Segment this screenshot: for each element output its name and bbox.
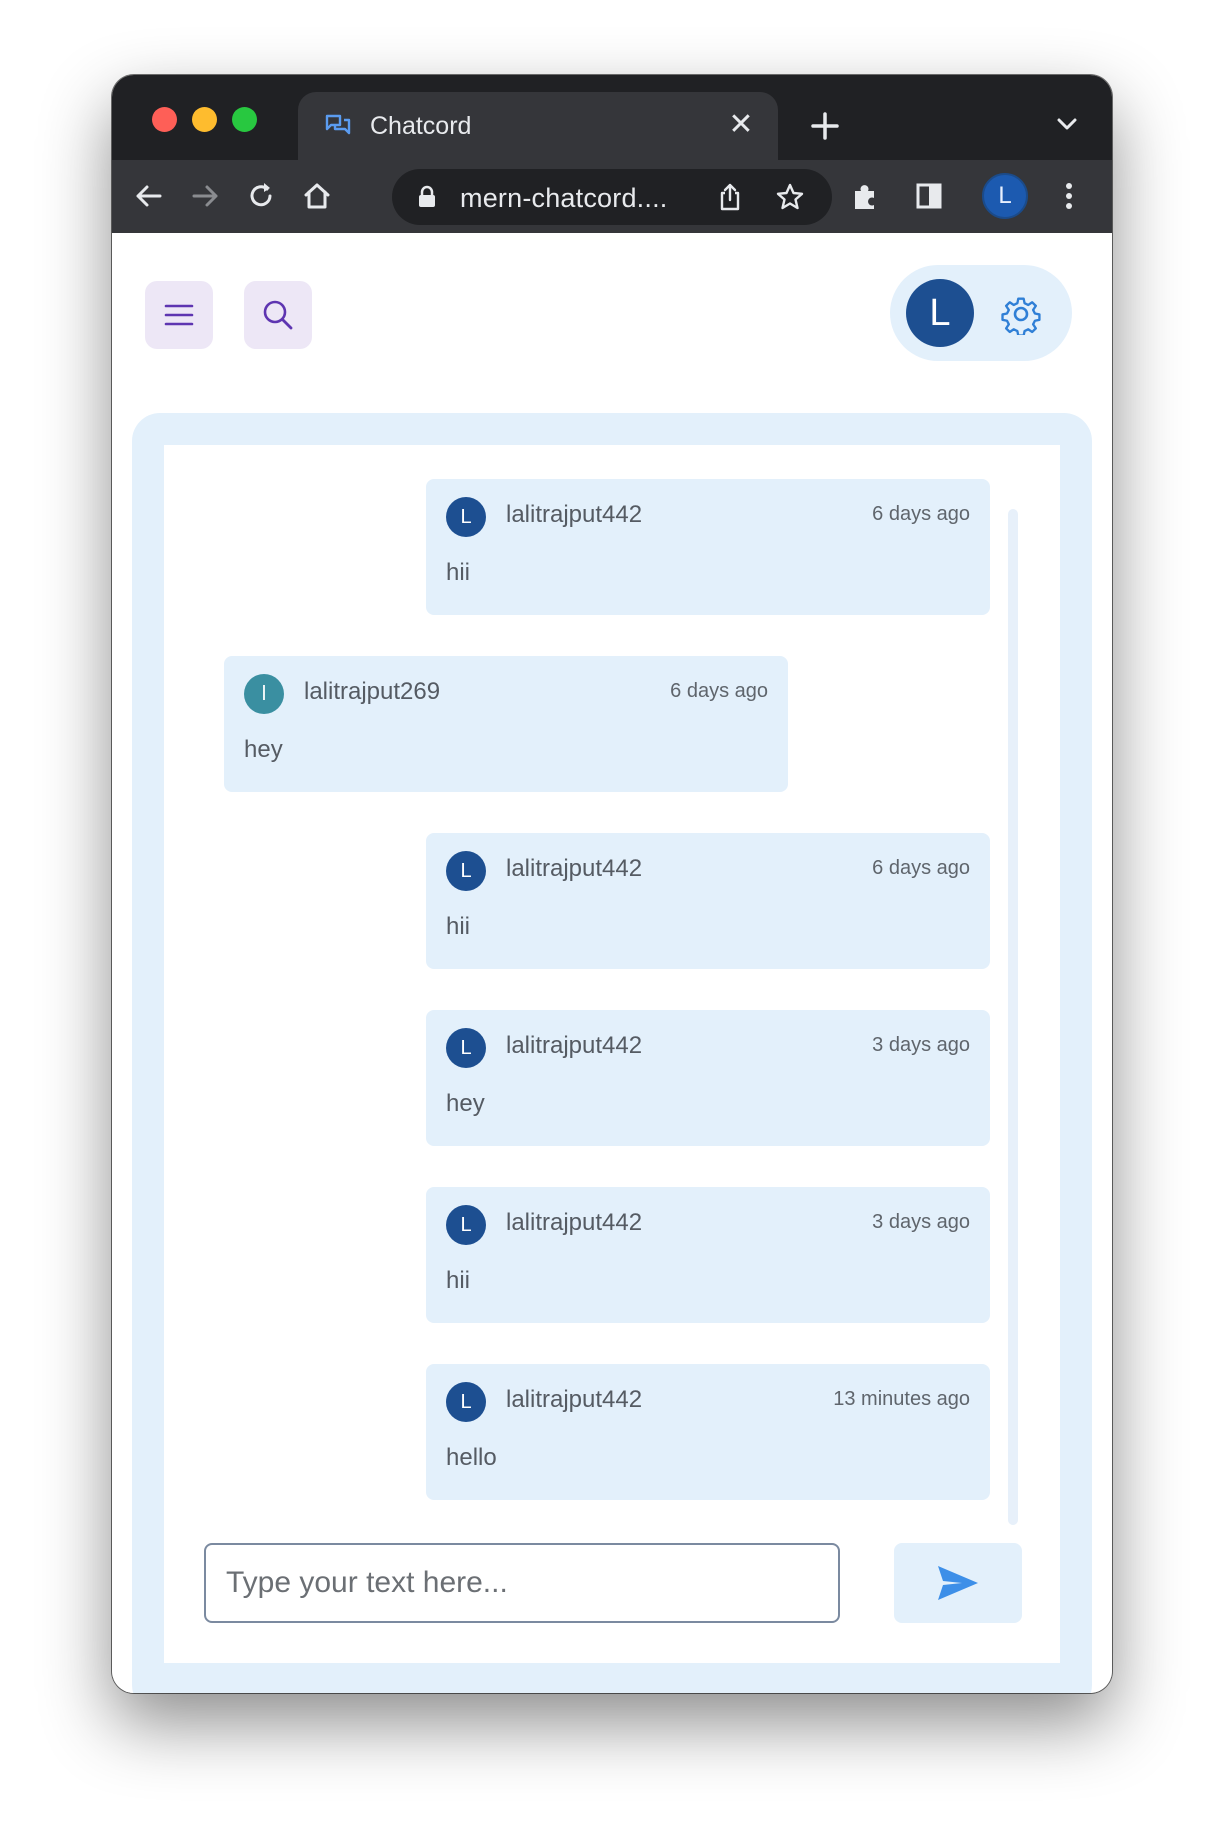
search-icon xyxy=(263,300,293,330)
message-item: L lalitrajput442 3 days ago hey xyxy=(426,1010,990,1146)
message-item: l lalitrajput269 6 days ago hey xyxy=(224,656,788,792)
search-button[interactable] xyxy=(244,281,312,349)
message-text: hii xyxy=(446,913,471,940)
tab-strip: Chatcord ✕ xyxy=(112,75,1112,160)
back-arrow-icon[interactable] xyxy=(130,177,168,215)
send-button[interactable] xyxy=(894,1543,1022,1623)
extensions-icon[interactable] xyxy=(846,177,884,215)
menu-button[interactable] xyxy=(145,281,213,349)
star-icon[interactable] xyxy=(774,181,806,213)
message-text: hii xyxy=(446,1267,471,1294)
forward-arrow-icon[interactable] xyxy=(186,177,224,215)
maximize-window-button[interactable] xyxy=(232,107,257,132)
message-text: hey xyxy=(244,736,283,763)
more-menu-icon[interactable] xyxy=(1050,177,1088,215)
new-tab-icon[interactable] xyxy=(805,106,845,146)
message-username: lalitrajput442 xyxy=(506,1032,643,1059)
message-username: lalitrajput442 xyxy=(506,1386,643,1413)
address-bar[interactable]: mern-chatcord.... xyxy=(392,169,832,225)
tab-title: Chatcord xyxy=(370,112,472,140)
chevron-down-icon[interactable] xyxy=(1052,109,1082,139)
minimize-window-button[interactable] xyxy=(192,107,217,132)
message-username: lalitrajput442 xyxy=(506,501,643,528)
chat-container: L lalitrajput442 6 days ago hii l lalitr… xyxy=(132,413,1092,1693)
message-timestamp: 13 minutes ago xyxy=(833,1388,970,1410)
side-panel-icon[interactable] xyxy=(910,177,948,215)
message-text: hello xyxy=(446,1444,497,1471)
user-avatar[interactable]: L xyxy=(906,279,974,347)
message-avatar: L xyxy=(446,497,486,537)
gear-icon[interactable] xyxy=(1000,293,1042,335)
message-input[interactable] xyxy=(204,1543,840,1623)
browser-window: Chatcord ✕ mern-chatcord.... L L L lalit… xyxy=(112,75,1112,1693)
message-timestamp: 6 days ago xyxy=(872,503,970,525)
message-avatar: L xyxy=(446,1205,486,1245)
chat-page: L L lalitrajput442 6 days ago hii l lali… xyxy=(112,233,1112,1693)
message-text: hii xyxy=(446,559,471,586)
user-profile-pill[interactable]: L xyxy=(890,265,1072,361)
close-window-button[interactable] xyxy=(152,107,177,132)
message-item: L lalitrajput442 6 days ago hii xyxy=(426,479,990,615)
chat-bubbles-icon xyxy=(325,114,351,135)
message-avatar: L xyxy=(446,1382,486,1422)
message-timestamp: 6 days ago xyxy=(670,680,768,702)
message-timestamp: 6 days ago xyxy=(872,857,970,879)
browser-toolbar: mern-chatcord.... L xyxy=(112,160,1112,233)
message-timestamp: 3 days ago xyxy=(872,1211,970,1233)
profile-avatar[interactable]: L xyxy=(982,173,1028,219)
message-username: lalitrajput442 xyxy=(506,855,643,882)
message-username: lalitrajput442 xyxy=(506,1209,643,1236)
tab-chatcord[interactable]: Chatcord ✕ xyxy=(298,92,778,160)
message-item: L lalitrajput442 13 minutes ago hello xyxy=(426,1364,990,1500)
message-avatar: L xyxy=(446,851,486,891)
lock-icon xyxy=(419,185,435,207)
message-avatar: L xyxy=(446,1028,486,1068)
messages-scrollbar[interactable] xyxy=(1008,509,1018,1525)
message-timestamp: 3 days ago xyxy=(872,1034,970,1056)
send-icon xyxy=(938,1566,978,1600)
hamburger-icon xyxy=(164,304,194,326)
tab-close-icon[interactable]: ✕ xyxy=(724,108,758,142)
reload-icon[interactable] xyxy=(242,177,280,215)
chat-panel: L lalitrajput442 6 days ago hii l lalitr… xyxy=(164,445,1060,1663)
message-username: lalitrajput269 xyxy=(304,678,441,705)
message-text: hey xyxy=(446,1090,485,1117)
message-item: L lalitrajput442 6 days ago hii xyxy=(426,833,990,969)
home-icon[interactable] xyxy=(298,177,336,215)
share-icon[interactable] xyxy=(714,181,746,213)
url-text: mern-chatcord.... xyxy=(460,183,668,213)
message-avatar: l xyxy=(244,674,284,714)
message-item: L lalitrajput442 3 days ago hii xyxy=(426,1187,990,1323)
